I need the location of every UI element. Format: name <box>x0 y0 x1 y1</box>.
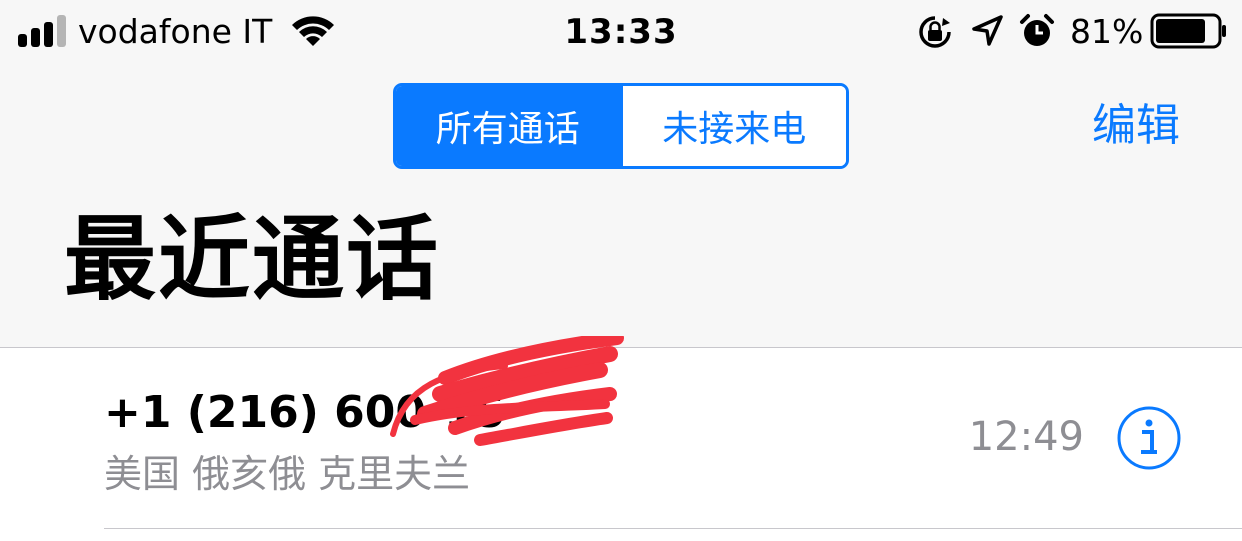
battery-percent: 81% <box>1070 12 1144 51</box>
edit-button[interactable]: 编辑 <box>1092 98 1180 154</box>
recents-filter-segmented-control[interactable]: 所有通话 未接来电 <box>393 83 849 169</box>
status-bar: vodafone IT 13:33 81% <box>0 0 1242 66</box>
page-title: 最近通话 <box>64 206 441 313</box>
location-arrow-icon <box>972 15 1003 46</box>
segment-all-calls[interactable]: 所有通话 <box>396 86 620 166</box>
row-separator <box>104 528 1242 529</box>
battery-icon <box>1150 13 1226 49</box>
recents-list: +1 (216) 600-15 美国 俄亥俄 克里夫兰 12:49 <box>0 336 1242 541</box>
caller-number: +1 (216) 600-15 <box>104 387 506 438</box>
recent-call-row[interactable]: +1 (216) 600-15 美国 俄亥俄 克里夫兰 12:49 <box>0 336 1242 529</box>
alarm-icon <box>1020 14 1054 46</box>
call-time: 12:49 <box>968 414 1084 460</box>
segment-missed-calls[interactable]: 未接来电 <box>619 86 846 166</box>
caller-location: 美国 俄亥俄 克里夫兰 <box>104 452 471 496</box>
info-icon[interactable] <box>1116 405 1182 471</box>
rotation-lock-icon <box>919 16 951 48</box>
